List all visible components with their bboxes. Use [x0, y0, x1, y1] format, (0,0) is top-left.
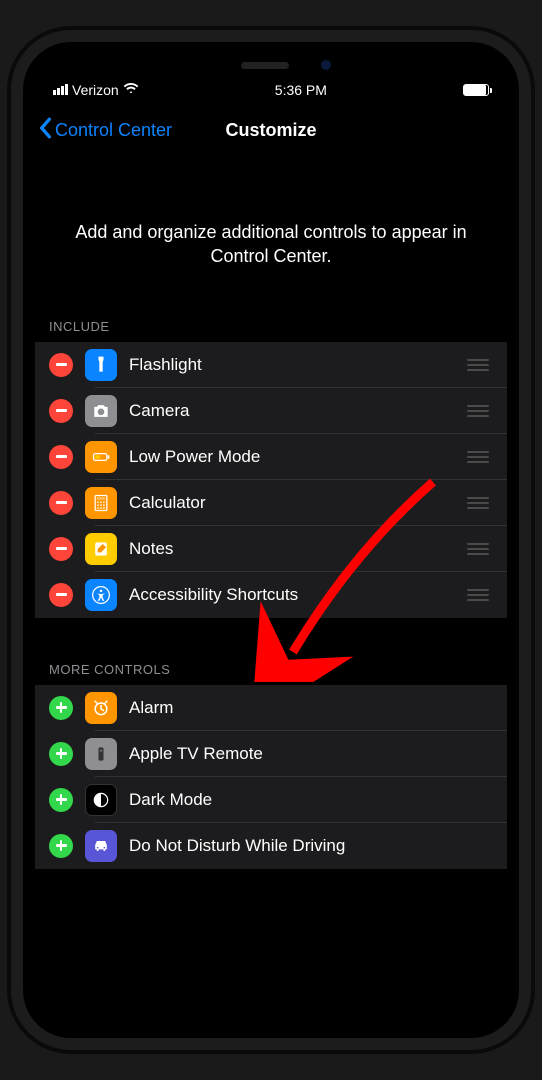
clock: 5:36 PM: [275, 82, 327, 98]
nav-bar: Control Center Customize: [23, 107, 519, 160]
row-label: Apple TV Remote: [129, 744, 493, 764]
row-label: Flashlight: [129, 355, 455, 375]
section-header-include: INCLUDE: [23, 309, 519, 342]
notes-icon: [85, 533, 117, 565]
add-button[interactable]: [49, 696, 73, 720]
list-more-controls: Alarm Apple TV Remote Dark Mode: [35, 685, 507, 869]
screen: Verizon 5:36 PM Control Center Customize…: [23, 42, 519, 1038]
chevron-left-icon: [37, 117, 53, 144]
drag-handle-icon[interactable]: [467, 405, 493, 417]
drag-handle-icon[interactable]: [467, 451, 493, 463]
alarm-icon: [85, 692, 117, 724]
calculator-icon: [85, 487, 117, 519]
darkmode-icon: [85, 784, 117, 816]
add-button[interactable]: [49, 788, 73, 812]
description-text: Add and organize additional controls to …: [23, 160, 519, 309]
remove-button[interactable]: [49, 491, 73, 515]
battery-icon: [463, 84, 489, 96]
add-button[interactable]: [49, 742, 73, 766]
drag-handle-icon[interactable]: [467, 589, 493, 601]
remove-button[interactable]: [49, 399, 73, 423]
back-button[interactable]: Control Center: [37, 117, 172, 144]
battery-low-icon: [85, 441, 117, 473]
row-low-power-mode[interactable]: Low Power Mode: [35, 434, 507, 480]
flashlight-icon: [85, 349, 117, 381]
drag-handle-icon[interactable]: [467, 497, 493, 509]
row-do-not-disturb-driving[interactable]: Do Not Disturb While Driving: [35, 823, 507, 869]
device-frame: Verizon 5:36 PM Control Center Customize…: [11, 30, 531, 1050]
row-label: Accessibility Shortcuts: [129, 585, 455, 605]
row-label: Do Not Disturb While Driving: [129, 836, 493, 856]
list-include: Flashlight Camera Low Power Mode: [35, 342, 507, 618]
row-alarm[interactable]: Alarm: [35, 685, 507, 731]
row-apple-tv-remote[interactable]: Apple TV Remote: [35, 731, 507, 777]
signal-icon: [53, 84, 68, 95]
row-label: Low Power Mode: [129, 447, 455, 467]
wifi-icon: [123, 80, 139, 99]
front-camera: [321, 60, 331, 70]
camera-icon: [85, 395, 117, 427]
row-label: Dark Mode: [129, 790, 493, 810]
row-label: Notes: [129, 539, 455, 559]
remove-button[interactable]: [49, 583, 73, 607]
remove-button[interactable]: [49, 353, 73, 377]
row-camera[interactable]: Camera: [35, 388, 507, 434]
row-flashlight[interactable]: Flashlight: [35, 342, 507, 388]
page-title: Customize: [225, 120, 316, 141]
drag-handle-icon[interactable]: [467, 543, 493, 555]
status-left: Verizon: [53, 80, 139, 99]
car-icon: [85, 830, 117, 862]
row-label: Camera: [129, 401, 455, 421]
remove-button[interactable]: [49, 537, 73, 561]
notch: [171, 50, 371, 80]
status-right: [463, 84, 489, 96]
add-button[interactable]: [49, 834, 73, 858]
row-dark-mode[interactable]: Dark Mode: [35, 777, 507, 823]
row-label: Alarm: [129, 698, 493, 718]
row-label: Calculator: [129, 493, 455, 513]
drag-handle-icon[interactable]: [467, 359, 493, 371]
back-label: Control Center: [55, 120, 172, 141]
carrier-label: Verizon: [72, 82, 119, 98]
remote-icon: [85, 738, 117, 770]
accessibility-icon: [85, 579, 117, 611]
remove-button[interactable]: [49, 445, 73, 469]
speaker: [241, 62, 289, 69]
row-calculator[interactable]: Calculator: [35, 480, 507, 526]
section-header-more: MORE CONTROLS: [23, 652, 519, 685]
row-notes[interactable]: Notes: [35, 526, 507, 572]
row-accessibility-shortcuts[interactable]: Accessibility Shortcuts: [35, 572, 507, 618]
